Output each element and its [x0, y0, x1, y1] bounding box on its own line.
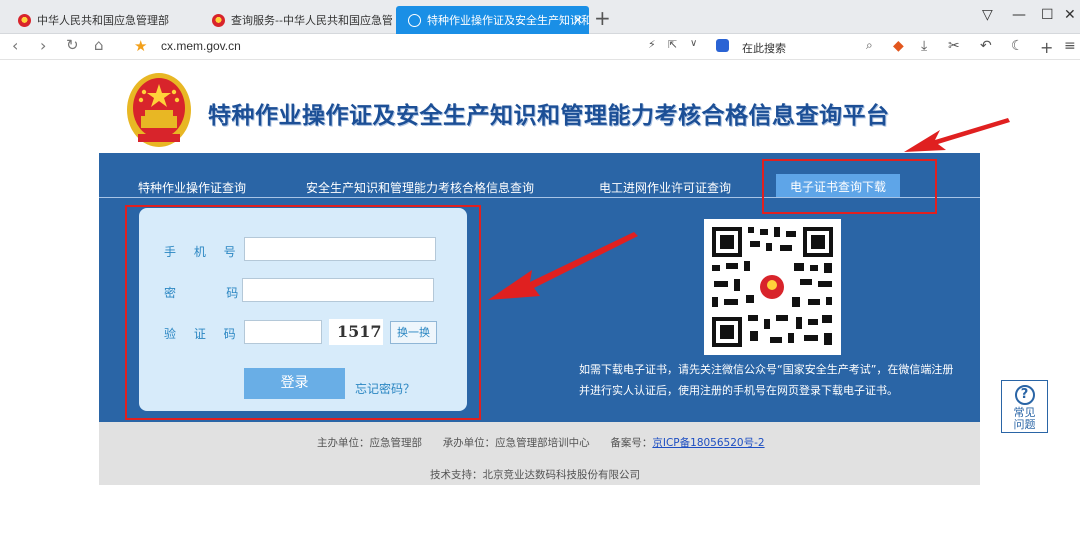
annotation-arrows	[488, 118, 1010, 300]
annotation-arrow-to-tab	[904, 118, 1010, 152]
annotation-arrow-to-login	[488, 232, 638, 300]
